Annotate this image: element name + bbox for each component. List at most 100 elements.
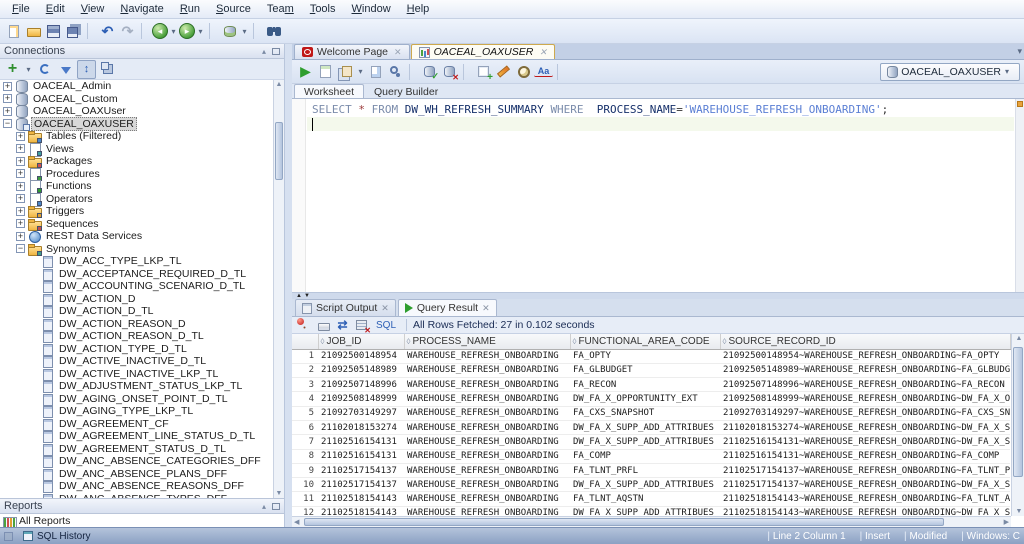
expand-node-icon[interactable]: + — [16, 131, 25, 141]
dropdown-icon[interactable]: ▾ — [196, 22, 205, 41]
close-tab-icon[interactable]: ✕ — [482, 303, 490, 314]
expand-node-icon[interactable]: + — [16, 181, 25, 191]
collapse-reports-icon[interactable]: ▴ — [258, 501, 270, 512]
sql-history-icon[interactable] — [514, 62, 533, 81]
grid-cell[interactable]: WAREHOUSE_REFRESH_ONBOARDING — [404, 420, 570, 436]
row-number-cell[interactable]: 5 — [292, 406, 318, 421]
grid-cell[interactable]: WAREHOUSE_REFRESH_ONBOARDING — [404, 363, 570, 379]
tree-node[interactable]: + Views — [0, 142, 284, 157]
collapse-node-icon[interactable]: − — [16, 244, 25, 254]
grid-cell[interactable]: 21102516154131 — [318, 449, 404, 464]
run-script-icon[interactable] — [316, 62, 335, 81]
filter-icon[interactable] — [56, 60, 75, 79]
tree-scrollbar-thumb[interactable] — [275, 122, 283, 180]
tree-node[interactable]: + Functions — [0, 180, 284, 195]
tree-node[interactable]: DW_ACCOUNTING_SCENARIO_D_TL — [0, 280, 284, 294]
dropdown-icon[interactable]: ▾ — [24, 60, 33, 79]
grid-cell[interactable]: FA_CXS_SNAPSHOT — [570, 406, 720, 421]
dropdown-icon[interactable]: ▾ — [240, 22, 249, 41]
tab-overflow-icon[interactable]: ▾ — [1017, 46, 1022, 57]
menu-window[interactable]: Window — [344, 1, 399, 17]
grid-cell[interactable]: 21092500148954~WAREHOUSE_REFRESH_ONBOARD… — [720, 349, 1010, 364]
expand-node-icon[interactable]: + — [16, 144, 25, 154]
tree-node[interactable]: − OACEAL_OAXUSER — [0, 116, 284, 131]
sql-link[interactable]: SQL — [372, 320, 400, 331]
grid-cell[interactable]: 21102517154137 — [318, 463, 404, 479]
grid-cell[interactable]: 21102518154143~WAREHOUSE_REFRESH_ONBOARD… — [720, 491, 1010, 507]
grid-cell[interactable]: FA_COMP — [570, 449, 720, 464]
table-row[interactable]: 11 21102518154143 WAREHOUSE_REFRESH_ONBOAR… — [292, 491, 1010, 507]
restore-panel-icon[interactable] — [272, 47, 280, 55]
menu-help[interactable]: Help — [399, 1, 438, 17]
column-header-source_record_id[interactable]: ◊ SOURCE_RECORD_ID — [720, 334, 1011, 350]
horizontal-splitter[interactable]: ▲ ▼ — [292, 292, 1024, 299]
tree-node[interactable]: DW_ANC_ABSENCE_REASONS_DFF — [0, 480, 284, 494]
tab-query-result[interactable]: Query Result ✕ — [397, 299, 497, 316]
tree-node[interactable]: DW_AGING_ONSET_POINT_D_TL — [0, 393, 284, 406]
menu-team[interactable]: Team — [259, 1, 302, 17]
grid-cell[interactable]: FA_RECON — [570, 377, 720, 393]
expand-node-icon[interactable]: + — [3, 106, 12, 116]
grid-cell[interactable]: DW_FA_X_SUPP_ADD_ATTRIBUES — [570, 434, 720, 450]
tree-node[interactable]: + Triggers — [0, 205, 284, 219]
back-icon[interactable]: ◂ — [152, 23, 168, 39]
connections-nav-icon[interactable] — [220, 22, 239, 41]
tree-node[interactable]: + Packages — [0, 155, 284, 169]
grid-cell[interactable]: 21092507148996~WAREHOUSE_REFRESH_ONBOARD… — [720, 377, 1010, 393]
grid-cell[interactable]: DW_FA_X_SUPP_ADD_ATTRIBUES — [570, 420, 720, 436]
grid-cell[interactable]: 21092505148989 — [318, 363, 404, 379]
grid-cell[interactable]: 21092703149297~WAREHOUSE_REFRESH_ONBOARD… — [720, 406, 1010, 421]
rollback-icon[interactable] — [440, 62, 459, 82]
grid-cell[interactable]: 21102516154131~WAREHOUSE_REFRESH_ONBOARD… — [720, 434, 1010, 450]
menu-tools[interactable]: Tools — [302, 1, 344, 17]
grid-cell[interactable]: 21102516154131 — [318, 434, 404, 450]
sql-editor[interactable]: SELECT * FROM DW_WH_REFRESH_SUMMARY WHER… — [292, 99, 1024, 292]
tree-node[interactable]: DW_ACTION_REASON_D — [0, 318, 284, 331]
grid-cell[interactable]: WAREHOUSE_REFRESH_ONBOARDING — [404, 463, 570, 479]
tree-node[interactable]: DW_ACTIVE_INACTIVE_D_TL — [0, 355, 284, 369]
save-all-icon[interactable] — [64, 22, 83, 41]
close-tab-icon[interactable]: ✕ — [539, 47, 547, 58]
row-number-cell[interactable]: 6 — [292, 420, 318, 436]
tree-node[interactable]: DW_ACTION_D — [0, 293, 284, 306]
table-row[interactable]: 1 21092500148954 WAREHOUSE_REFRESH_ONBOARD… — [292, 349, 1010, 364]
row-number-cell[interactable]: 4 — [292, 391, 318, 407]
search-icon[interactable] — [264, 22, 283, 41]
table-row[interactable]: 2 21092505148989 WAREHOUSE_REFRESH_ONBOARD… — [292, 363, 1010, 379]
grid-cell[interactable]: DW_FA_X_OPPORTUNITY_EXT — [570, 391, 720, 407]
fetch-all-icon[interactable]: ⇄ — [334, 318, 351, 333]
expand-node-icon[interactable]: + — [3, 94, 12, 104]
tree-scrollbar[interactable]: ▲ ▼ — [273, 80, 284, 498]
grid-cell[interactable]: 21102516154131~WAREHOUSE_REFRESH_ONBOARD… — [720, 449, 1010, 464]
grid-cell[interactable]: FA_TLNT_PRFL — [570, 463, 720, 479]
forward-icon[interactable]: ▸ — [179, 23, 195, 39]
row-number-cell[interactable]: 3 — [292, 377, 318, 393]
dropdown-icon[interactable]: ▾ — [356, 62, 365, 81]
query-lookup-icon[interactable] — [386, 62, 405, 81]
sort-icon[interactable]: ↕ — [77, 59, 96, 79]
row-number-cell[interactable]: 10 — [292, 477, 318, 493]
pin-icon[interactable] — [296, 317, 313, 333]
column-header-functional_area_code[interactable]: ◊ FUNCTIONAL_AREA_CODE — [570, 334, 721, 350]
menu-edit[interactable]: Edit — [38, 1, 73, 17]
reports-item-all-reports[interactable]: All Reports — [0, 514, 284, 527]
table-row[interactable]: 3 21092507148996 WAREHOUSE_REFRESH_ONBOARD… — [292, 377, 1010, 393]
grid-cell[interactable]: FA_GLBUDGET — [570, 363, 720, 379]
expand-node-icon[interactable]: + — [16, 231, 25, 241]
tab-welcome-page[interactable]: Welcome Page ✕ — [294, 44, 410, 59]
menu-source[interactable]: Source — [208, 1, 259, 17]
table-row[interactable]: 8 21102516154131 WAREHOUSE_REFRESH_ONBOARD… — [292, 449, 1010, 464]
grid-vscroll-thumb[interactable] — [1013, 347, 1023, 477]
tree-node[interactable]: + Operators — [0, 192, 284, 207]
save-icon[interactable] — [44, 22, 63, 41]
grid-cell[interactable]: 21102517154137 — [318, 477, 404, 493]
grid-horizontal-scrollbar[interactable]: ◀ ▶ — [292, 516, 1011, 527]
restore-reports-icon[interactable] — [272, 502, 280, 510]
expand-node-icon[interactable]: + — [16, 206, 25, 216]
grid-cell[interactable]: FA_OPTY — [570, 349, 720, 364]
table-row[interactable]: 4 21092508148999 WAREHOUSE_REFRESH_ONBOARD… — [292, 391, 1010, 407]
table-row[interactable]: 7 21102516154131 WAREHOUSE_REFRESH_ONBOARD… — [292, 434, 1010, 450]
grid-cell[interactable]: WAREHOUSE_REFRESH_ONBOARDING — [404, 377, 570, 393]
tree-node[interactable]: DW_ACTION_D_TL — [0, 305, 284, 319]
case-toggle-icon[interactable]: Aa — [534, 66, 553, 77]
